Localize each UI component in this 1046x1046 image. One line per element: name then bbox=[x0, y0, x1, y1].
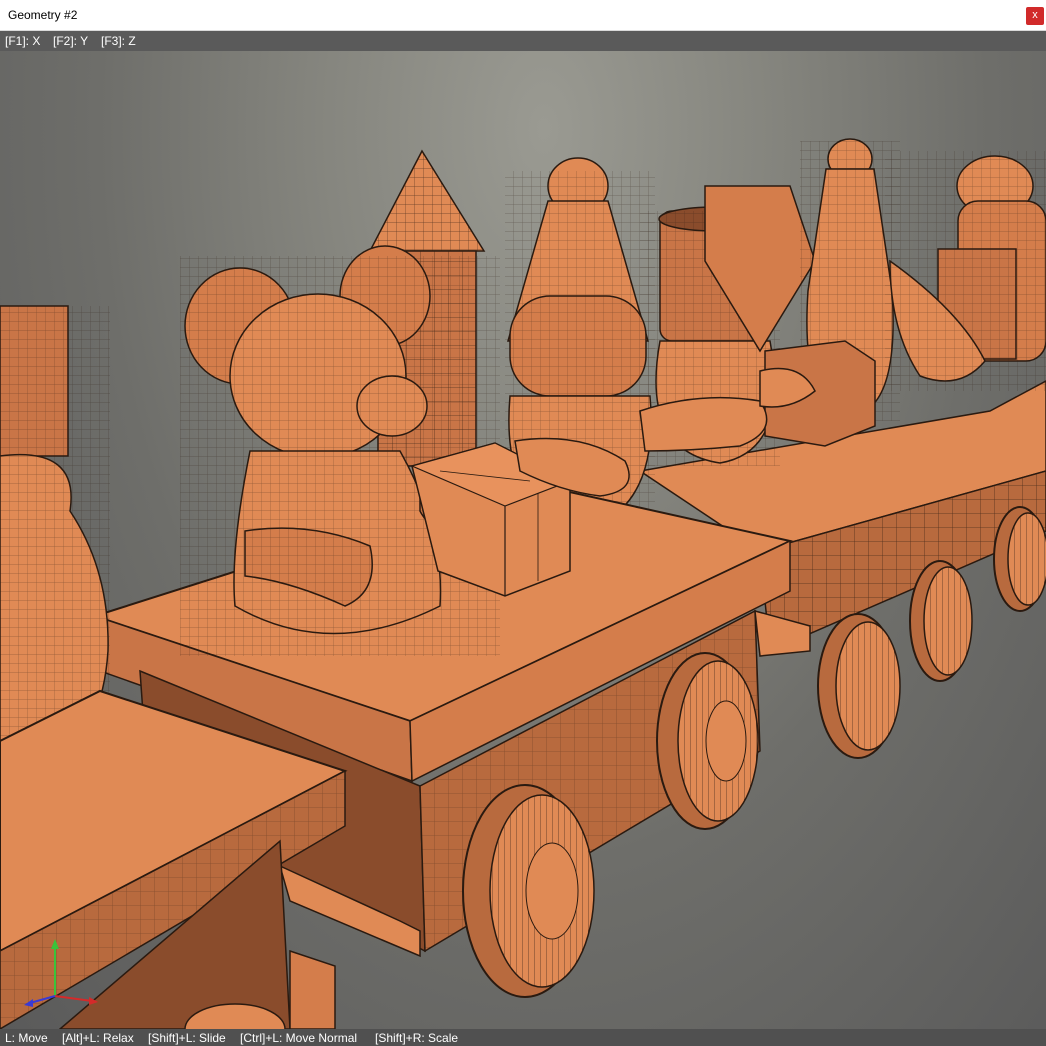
window-titlebar: Geometry #2 x bbox=[0, 0, 1046, 31]
status-bar: L: Move [Alt]+L: Relax [Shift]+L: Slide … bbox=[0, 1029, 1046, 1046]
status-hint-scale: [Shift]+R: Scale bbox=[375, 1031, 459, 1045]
scene-render bbox=[0, 138, 1046, 1029]
status-hint-slide: [Shift]+L: Slide bbox=[148, 1031, 226, 1045]
close-button[interactable]: x bbox=[1026, 7, 1044, 25]
axis-toggle-bar: [F1]: X [F2]: Y [F3]: Z bbox=[0, 31, 1046, 51]
status-hint-move: L: Move bbox=[5, 1031, 48, 1045]
status-hint-relax: [Alt]+L: Relax bbox=[62, 1031, 134, 1045]
axis-toggle-x[interactable]: [F1]: X bbox=[5, 34, 40, 48]
axis-toggle-z[interactable]: [F3]: Z bbox=[101, 34, 136, 48]
axis-toggle-y[interactable]: [F2]: Y bbox=[53, 34, 88, 48]
3d-viewport[interactable] bbox=[0, 51, 1046, 1029]
status-hint-move-normal: [Ctrl]+L: Move Normal bbox=[240, 1031, 358, 1045]
window-title: Geometry #2 bbox=[8, 8, 78, 22]
x-axis bbox=[54, 995, 93, 1002]
